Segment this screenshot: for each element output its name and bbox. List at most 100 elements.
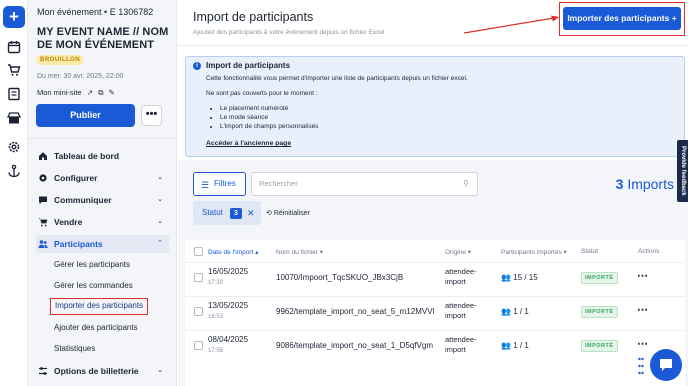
row-checkbox[interactable] [194,307,203,316]
create-plus-button[interactable]: + [3,6,25,28]
row-actions-button[interactable]: ⋯ [637,269,648,282]
import-participants-button[interactable]: Importer des participants + [563,7,681,30]
copy-icon[interactable]: ⧉ [98,88,103,97]
col-header-actions: Actions [638,248,660,255]
external-link-icon[interactable]: ↗ [87,88,93,97]
imports-count: 3 Imports [616,176,674,192]
col-header-origin[interactable]: Origine ▾ [445,248,471,256]
users-icon: 👥 [501,307,511,316]
col-header-status: Statut [581,248,598,255]
count-value: 1 / 1 [513,341,529,350]
imports-number: 3 [615,176,624,192]
info-list: Le placement numéroté Le mode séance L'i… [220,104,318,131]
feedback-tab[interactable]: Provide feedback [677,140,688,202]
file-name: 9086/template_import_no_seat_1_D5qfVgm [276,341,433,350]
nav-options-billetterie[interactable]: Options de billetterie ⌄ [36,362,169,380]
search-placeholder: Rechercher [259,179,298,188]
search-input[interactable]: Rechercher ⚲ [251,172,478,196]
anchor-icon[interactable] [7,164,21,178]
users-icon: 👥 [501,273,511,282]
imported-count: 👥 15 / 15 [501,273,538,282]
mini-site-link[interactable]: Mon mini-site ↗ ⧉ ✎ [37,88,115,98]
status-badge: IMPORTÉ [581,306,618,318]
row-checkbox[interactable] [194,273,203,282]
main-content: Import de participants Ajoutez des parti… [178,0,688,386]
page-title: Import de participants [193,10,314,24]
origin: attendee-import [445,335,477,354]
close-icon[interactable]: ✕ [247,201,255,225]
chat-bubble-icon [660,359,672,371]
status-badge: IMPORTÉ [581,340,618,352]
row-checkbox[interactable] [194,341,203,350]
filters-button[interactable]: ☰ Filtres [193,172,246,196]
store-icon[interactable] [7,111,21,125]
reset-icon: ⟲ [266,210,272,217]
calendar-icon[interactable] [7,40,21,54]
table-row[interactable]: 16/05/2025 17:30 10070/Impoort_TqcSKUO_J… [185,262,685,296]
nav-configurer[interactable]: Configurer ⌄ [36,169,169,187]
more-options-button[interactable]: ••• [141,105,162,126]
info-icon: i [193,62,201,70]
gear-icon [39,174,47,182]
nav-tableau-de-bord[interactable]: Tableau de bord [36,147,169,165]
col-header-file[interactable]: Nom du fichier ▾ [276,248,323,256]
sub-statistiques[interactable]: Statistiques [54,342,95,356]
nav-label: Options de billetterie [54,366,139,376]
nav-communiquer[interactable]: Communiquer ⌄ [36,191,169,209]
nav-label: Participants [54,239,103,249]
import-time: 17:58 [208,348,224,354]
draft-badge: BROUILLON [37,55,84,65]
imported-count: 👥 1 / 1 [501,341,529,350]
row-actions-button[interactable]: ⋯ [637,337,648,350]
status-badge: IMPORTÉ [581,272,618,284]
edit-icon[interactable]: ✎ [109,88,115,97]
old-page-link[interactable]: Accéder à l'ancienne page [206,140,291,147]
sub-gerer-commandes[interactable]: Gérer les commandes [54,279,133,293]
col-header-count[interactable]: Participants importés ▾ [501,248,567,256]
file-name: 10070/Impoort_TqcSKUO_JBx3CjB [276,273,404,282]
origin: attendee-import [445,267,477,286]
select-all-checkbox[interactable] [194,247,203,256]
row-actions-button[interactable]: ⋯ [637,303,648,316]
nav-participants[interactable]: Participants ⌃ [36,235,169,253]
import-time: 16:53 [208,314,224,320]
filters-label: Filtres [214,179,236,188]
chevron-down-icon: ⌄ [157,174,163,181]
info-list-item: L'import de champs personnalisés [220,122,318,131]
event-date: Du mer. 30 avr. 2025, 22:00 [37,73,124,80]
col-header-date[interactable]: Date de l'import ▴ [208,248,258,256]
users-icon: 👥 [501,341,511,350]
status-filter-chip[interactable]: Statut 3 ✕ [193,201,261,225]
chevron-down-icon: ⌄ [157,218,163,225]
sub-importer-participants[interactable]: Importer des participants [50,298,149,315]
chevron-down-icon: ⌄ [157,367,163,374]
sliders-icon [39,367,47,375]
sub-gerer-participants[interactable]: Gérer les participants [54,258,130,272]
filter-icon: ☰ [201,180,210,190]
event-sidebar: Mon événement • E 1306782 MY EVENT NAME … [28,0,177,386]
users-icon [38,240,48,248]
reset-label: Réinitialiser [273,210,311,217]
search-icon: ⚲ [463,179,469,188]
table-row[interactable]: 13/05/2025 16:53 9962/template_import_no… [185,296,685,330]
import-date: 13/05/2025 [208,301,249,310]
publish-button[interactable]: Publier [36,104,135,127]
home-icon [39,152,47,160]
chevron-down-icon: ⌄ [157,196,163,203]
chat-support-button[interactable] [650,349,682,381]
imported-count: 👥 1 / 1 [501,307,529,316]
nav-label: Configurer [54,173,98,183]
settings-icon[interactable] [7,140,21,154]
cart-icon [38,218,48,227]
info-box: i Import de participants Cette fonctionn… [185,56,685,157]
annotation-arrow [463,15,559,34]
cart-icon[interactable] [7,63,21,77]
chip-label: Statut [202,208,223,217]
sub-ajouter-participants[interactable]: Ajouter des participants [54,321,138,335]
table-row[interactable]: 08/04/2025 17:58 9086/template_import_no… [185,330,685,364]
imports-label: Imports [627,176,674,192]
import-date: 16/05/2025 [208,267,249,276]
document-icon[interactable] [7,87,21,101]
reset-button[interactable]: ⟲ Réinitialiser [266,209,310,217]
nav-vendre[interactable]: Vendre ⌄ [36,213,169,231]
